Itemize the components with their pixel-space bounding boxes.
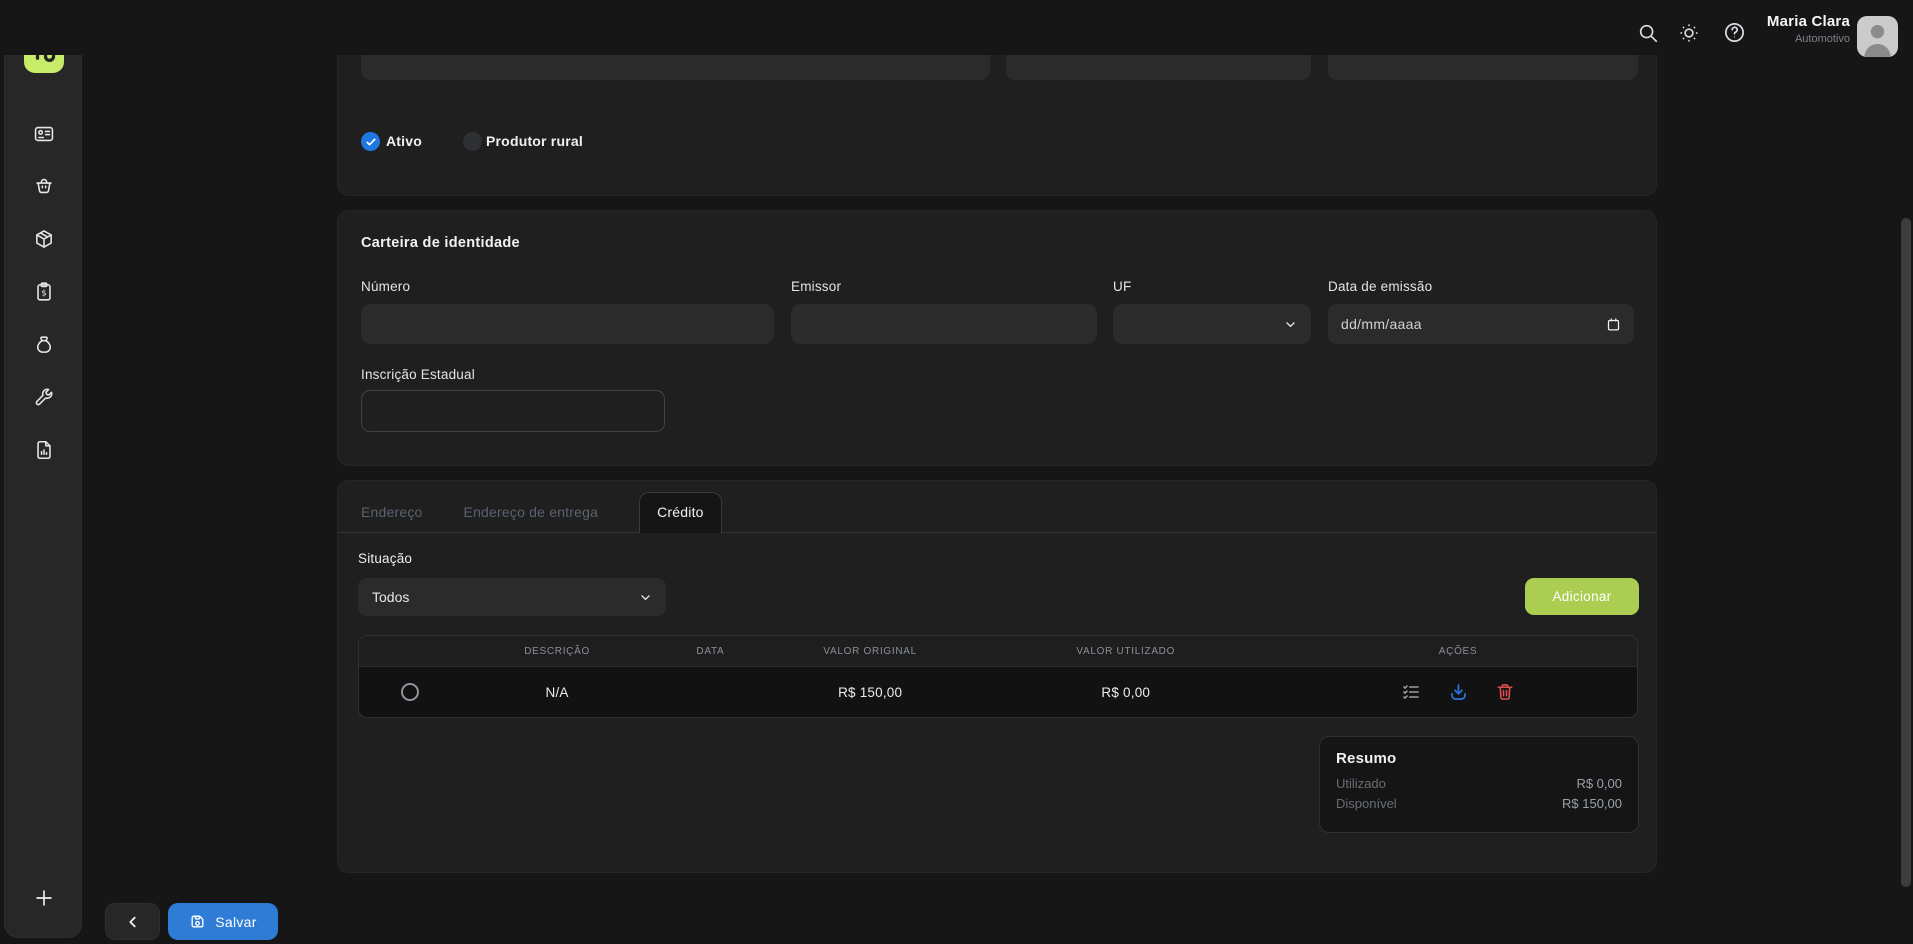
table-row: N/A R$ 150,00 R$ 0,00 xyxy=(359,667,1637,717)
check-icon xyxy=(365,136,377,148)
resumo-utilizado-row: Utilizado R$ 0,00 xyxy=(1336,774,1622,794)
sidebar-item-services[interactable] xyxy=(33,386,55,408)
sidebar: $ xyxy=(4,10,82,938)
ativo-label: Ativo xyxy=(386,133,422,149)
clipboard-dollar-icon: $ xyxy=(33,281,55,303)
col-data: DATA xyxy=(653,646,768,657)
calendar-icon xyxy=(1606,317,1621,332)
checklist-icon xyxy=(1401,682,1421,702)
sidebar-item-reports[interactable] xyxy=(33,439,55,461)
tabstrip: Endereço Endereço de entrega Crédito xyxy=(338,492,1656,533)
col-valor-original: VALOR ORIGINAL xyxy=(768,646,972,657)
cell-descricao: N/A xyxy=(461,685,653,700)
search-button[interactable] xyxy=(1637,22,1659,44)
floppy-icon xyxy=(189,913,206,930)
theme-toggle-button[interactable] xyxy=(1678,22,1700,44)
top-header: Maria Clara Automotivo xyxy=(0,0,1913,55)
utilizado-label: Utilizado xyxy=(1336,774,1386,794)
situacao-select[interactable]: Todos xyxy=(358,578,666,616)
adicionar-button[interactable]: Adicionar xyxy=(1525,578,1639,615)
back-button[interactable] xyxy=(105,903,160,940)
situacao-select-value: Todos xyxy=(372,589,409,605)
brightness-icon xyxy=(1678,22,1700,44)
cell-valor-utilizado: R$ 0,00 xyxy=(972,685,1279,700)
disponivel-label: Disponível xyxy=(1336,794,1397,814)
resumo-title: Resumo xyxy=(1336,750,1622,767)
plus-icon xyxy=(33,887,55,909)
id-card-icon xyxy=(33,123,55,145)
chevron-down-icon xyxy=(1284,318,1297,331)
uf-select[interactable] xyxy=(1113,304,1311,344)
col-valor-utilizado: VALOR UTILIZADO xyxy=(972,646,1279,657)
user-role: Automotivo xyxy=(1767,33,1850,45)
package-icon xyxy=(33,228,55,250)
credit-card: Endereço Endereço de entrega Crédito Sit… xyxy=(337,480,1657,873)
numero-label: Número xyxy=(361,279,410,294)
user-name: Maria Clara xyxy=(1767,13,1850,30)
date-placeholder: dd/mm/aaaa xyxy=(1341,316,1422,332)
tab-endereco-entrega[interactable]: Endereço de entrega xyxy=(464,492,599,532)
produtor-rural-checkbox[interactable] xyxy=(463,132,482,151)
ativo-checkbox[interactable] xyxy=(361,132,380,151)
credit-table-header: DESCRIÇÃO DATA VALOR ORIGINAL VALOR UTIL… xyxy=(359,636,1637,667)
help-button[interactable] xyxy=(1723,21,1745,43)
avatar[interactable] xyxy=(1857,16,1898,57)
resumo-disponivel-row: Disponível R$ 150,00 xyxy=(1336,794,1622,814)
file-chart-icon xyxy=(33,439,55,461)
col-descricao: DESCRIÇÃO xyxy=(461,646,653,657)
emissor-label: Emissor xyxy=(791,279,841,294)
utilizado-value: R$ 0,00 xyxy=(1576,774,1622,794)
col-acoes: AÇÕES xyxy=(1279,646,1637,657)
produtor-rural-label: Produtor rural xyxy=(486,133,583,149)
user-meta: Maria Clara Automotivo xyxy=(1767,13,1850,45)
cell-acoes xyxy=(1279,682,1637,702)
situacao-label: Situação xyxy=(358,551,412,566)
resumo-panel: Resumo Utilizado R$ 0,00 Disponível R$ 1… xyxy=(1319,736,1639,833)
details-action[interactable] xyxy=(1401,682,1421,702)
inscricao-estadual-label: Inscrição Estadual xyxy=(361,367,475,382)
chevron-down-icon xyxy=(639,591,652,604)
tab-endereco[interactable]: Endereço xyxy=(361,492,423,532)
wrench-icon xyxy=(33,386,55,408)
identity-title: Carteira de identidade xyxy=(361,235,520,251)
sidebar-item-contacts[interactable] xyxy=(33,123,55,145)
identity-card: Carteira de identidade Número Emissor UF… xyxy=(337,210,1657,466)
cell-valor-original: R$ 150,00 xyxy=(768,685,972,700)
save-button[interactable]: Salvar xyxy=(168,903,278,940)
credit-table: DESCRIÇÃO DATA VALOR ORIGINAL VALOR UTIL… xyxy=(358,635,1638,718)
sidebar-item-sales[interactable] xyxy=(33,175,55,197)
help-icon xyxy=(1723,21,1746,44)
inscricao-estadual-input[interactable] xyxy=(361,390,665,432)
row-radio[interactable] xyxy=(401,683,419,701)
sidebar-add-button[interactable] xyxy=(33,887,55,909)
disponivel-value: R$ 150,00 xyxy=(1562,794,1622,814)
money-bag-icon xyxy=(33,334,55,356)
sidebar-item-products[interactable] xyxy=(33,228,55,250)
delete-action[interactable] xyxy=(1495,682,1515,702)
scrollbar-thumb[interactable] xyxy=(1901,218,1911,887)
data-emissao-label: Data de emissão xyxy=(1328,279,1432,294)
app-root: $ xyxy=(0,0,1913,944)
data-emissao-input[interactable]: dd/mm/aaaa xyxy=(1328,304,1634,344)
trash-icon xyxy=(1495,682,1515,702)
download-icon xyxy=(1448,682,1469,703)
emissor-input[interactable] xyxy=(791,304,1097,344)
chevron-left-icon xyxy=(125,914,141,930)
download-action[interactable] xyxy=(1448,682,1468,702)
search-icon xyxy=(1637,22,1659,44)
save-button-label: Salvar xyxy=(215,914,256,930)
numero-input[interactable] xyxy=(361,304,774,344)
sidebar-item-finance[interactable] xyxy=(33,334,55,356)
svg-text:$: $ xyxy=(41,288,46,298)
person-icon xyxy=(1857,16,1898,57)
uf-label: UF xyxy=(1113,279,1131,294)
basket-icon xyxy=(33,175,55,197)
sidebar-item-billing[interactable]: $ xyxy=(33,281,55,303)
tab-credito[interactable]: Crédito xyxy=(639,492,722,533)
